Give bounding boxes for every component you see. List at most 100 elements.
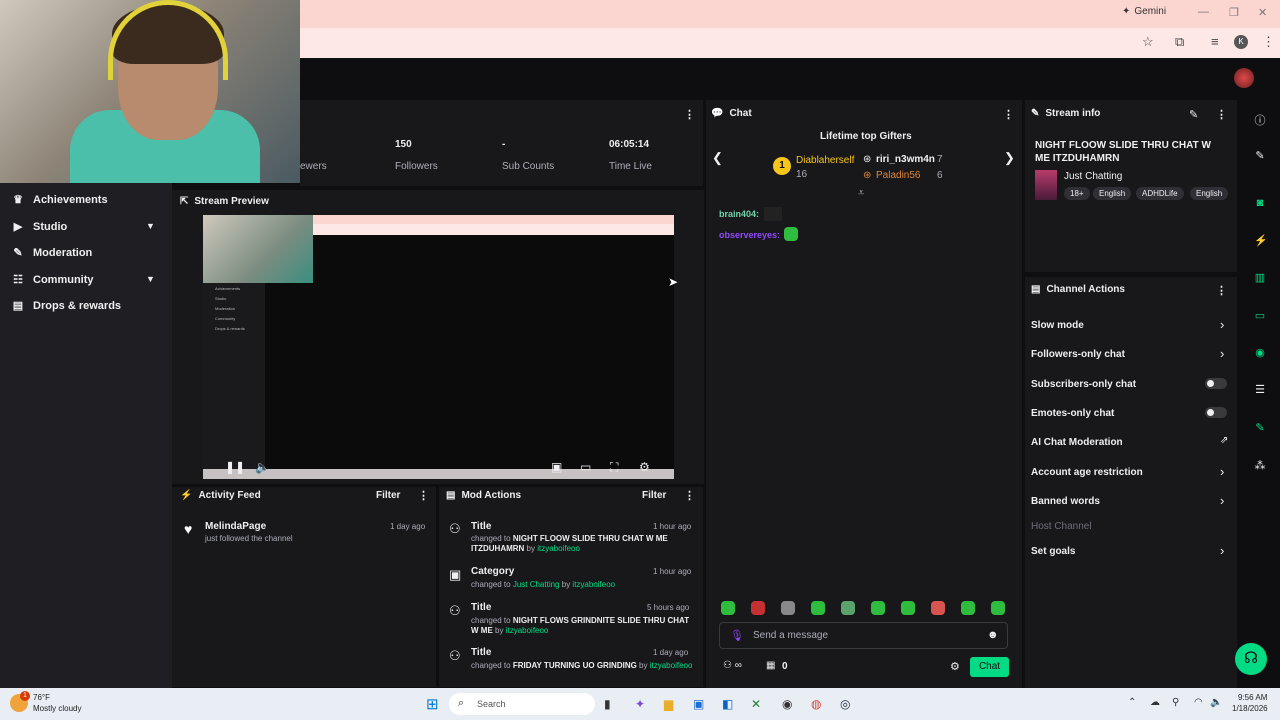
settings-icon[interactable]: ⚙ [639, 460, 650, 474]
broadcast-icon[interactable]: ◉ [1254, 346, 1266, 359]
fullscreen-icon[interactable]: ⛶ [610, 460, 618, 475]
volume-tray-icon[interactable]: 🔈 [1210, 697, 1222, 708]
clock-date[interactable]: 1/18/2026 [1232, 704, 1268, 713]
action-followers-only[interactable]: Followers-only chat [1031, 349, 1125, 360]
stream-preview-video[interactable]: Achievements Studio Moderation Community… [203, 215, 674, 479]
task-view-icon[interactable]: ▮ [604, 697, 611, 711]
tag-badge[interactable]: English [1093, 187, 1132, 200]
gifter-name[interactable]: Diablaherself [796, 155, 854, 166]
media-icon[interactable]: ≡ [1211, 34, 1219, 49]
external-link-icon[interactable]: ⇗ [1220, 435, 1228, 446]
chevron-right-icon[interactable]: › [1220, 543, 1224, 558]
wifi-icon[interactable]: ◠ [1194, 697, 1203, 708]
sidebar-item-studio[interactable]: ▶ Studio [12, 220, 67, 234]
tag-badge[interactable]: English [1190, 187, 1229, 200]
mod-filter-button[interactable]: Filter [642, 490, 666, 501]
chevron-right-icon[interactable]: ❯ [1004, 150, 1015, 166]
chat-send-button[interactable]: Chat [970, 657, 1009, 677]
mod-more-icon[interactable]: ⋮ [684, 489, 695, 502]
action-account-age[interactable]: Account age restriction [1031, 467, 1143, 478]
emote-icon[interactable] [991, 601, 1005, 615]
tag-badge[interactable]: ADHDLife [1136, 187, 1184, 200]
taskbar-search[interactable]: Search [449, 693, 595, 715]
emote-icon[interactable] [931, 601, 945, 615]
mod-item-user[interactable]: itzyaboifeoo [537, 544, 580, 553]
emote-icon[interactable] [901, 601, 915, 615]
clipboard-icon[interactable]: ▥ [1254, 271, 1266, 284]
stream-category[interactable]: Just Chatting [1064, 171, 1122, 182]
activity-filter-button[interactable]: Filter [376, 490, 400, 501]
chrome-icon[interactable]: ◍ [811, 697, 821, 711]
chat-message-user[interactable]: observereyes: [719, 230, 780, 240]
emote-icon[interactable] [961, 601, 975, 615]
volume-icon[interactable]: 🔈 [255, 460, 270, 474]
theatre-icon[interactable]: ▭ [580, 460, 591, 474]
emote-icon[interactable] [721, 601, 735, 615]
mod-item-user[interactable]: itzyaboifeoo [572, 580, 615, 589]
gifter-name[interactable]: riri_n3wm4n [876, 154, 935, 165]
gemini-button[interactable]: ✦ Gemini [1122, 6, 1166, 17]
file-explorer-icon[interactable]: ▆ [664, 697, 673, 711]
action-slow-mode[interactable]: Slow mode [1031, 320, 1084, 331]
emoji-icon[interactable]: ☻ [987, 629, 999, 641]
clock-time[interactable]: 9:56 AM [1238, 693, 1267, 702]
chevron-left-icon[interactable]: ❮ [712, 150, 723, 166]
sidebar-item-achievements[interactable]: ♛ Achievements [12, 193, 108, 207]
mod-item-user[interactable]: itzyaboifeoo [650, 661, 693, 670]
activity-more-icon[interactable]: ⋮ [418, 489, 429, 502]
maximize-icon[interactable]: ❐ [1229, 6, 1239, 19]
windows-start-icon[interactable]: ⊞ [426, 695, 439, 713]
camera-icon[interactable]: ◙ [1254, 197, 1266, 209]
users-infinity-icon[interactable]: ⚇ ∞ [723, 660, 742, 671]
gifter-name[interactable]: Paladin56 [876, 170, 920, 181]
avatar[interactable] [1234, 68, 1254, 88]
chat-bubble-icon[interactable]: ▭ [1254, 309, 1266, 322]
pip-icon[interactable]: ▣ [551, 460, 562, 474]
steam-icon[interactable]: ◎ [840, 697, 850, 711]
extensions-icon[interactable]: ⧉ [1175, 34, 1184, 50]
store-icon[interactable]: ▣ [693, 697, 704, 711]
layout-icon[interactable]: ☰ [1254, 383, 1266, 396]
emotes-only-toggle[interactable] [1205, 407, 1227, 418]
minimize-icon[interactable]: — [1198, 6, 1209, 18]
action-ai-moderation[interactable]: AI Chat Moderation [1031, 437, 1123, 448]
wrench-icon[interactable]: ✎ [1254, 421, 1266, 434]
xbox-icon[interactable]: ✕ [751, 697, 761, 711]
action-set-goals[interactable]: Set goals [1031, 546, 1075, 557]
chevron-right-icon[interactable]: › [1220, 346, 1224, 361]
chevron-up-icon[interactable]: ⌃ [1128, 697, 1136, 708]
emote-icon[interactable] [781, 601, 795, 615]
chat-input[interactable]: 🎙 Send a message ☻ [719, 622, 1008, 649]
microphone-icon[interactable]: 🎙 [730, 629, 744, 642]
emote-icon[interactable] [751, 601, 765, 615]
chevron-right-icon[interactable]: › [1220, 464, 1224, 479]
channel-points-icon[interactable]: ▦ [766, 660, 775, 671]
sidebar-item-community[interactable]: ☷ Community [12, 273, 93, 287]
chevron-right-icon[interactable]: › [1220, 317, 1224, 332]
mod-item-value[interactable]: Just Chatting [513, 580, 560, 589]
pause-icon[interactable]: ❚❚ [225, 460, 245, 474]
pencil-icon[interactable]: ✎ [1254, 149, 1266, 162]
emote-icon[interactable] [841, 601, 855, 615]
menu-icon[interactable]: ⋮ [1262, 34, 1275, 50]
star-icon[interactable]: ☆ [1142, 34, 1154, 50]
emote-icon[interactable] [811, 601, 825, 615]
chevron-right-icon[interactable]: › [1220, 493, 1224, 508]
chat-more-icon[interactable]: ⋮ [1003, 108, 1014, 121]
emote-icon[interactable] [871, 601, 885, 615]
help-button[interactable]: ☊ [1235, 643, 1267, 675]
extensions-icon[interactable]: ⁂ [1254, 459, 1266, 472]
chevron-down-icon[interactable]: ▼ [146, 221, 155, 231]
activity-item-name[interactable]: MelindaPage [205, 521, 266, 532]
copilot-icon[interactable]: ✦ [635, 697, 645, 711]
stream-info-more-icon[interactable]: ⋮ [1216, 108, 1227, 121]
lightning-icon[interactable]: ⚡ [1254, 234, 1268, 247]
close-icon[interactable]: ✕ [1258, 6, 1267, 19]
chat-settings-icon[interactable]: ⚙ [950, 660, 960, 673]
chevron-down-icon[interactable]: ▼ [146, 274, 155, 284]
obs-icon[interactable]: ◉ [782, 697, 792, 711]
stats-more-icon[interactable]: ⋮ [684, 108, 695, 121]
subscribers-only-toggle[interactable] [1205, 378, 1227, 389]
mod-item-user[interactable]: itzyaboifeoo [506, 626, 549, 635]
sidebar-item-moderation[interactable]: ✎ Moderation [12, 246, 92, 260]
